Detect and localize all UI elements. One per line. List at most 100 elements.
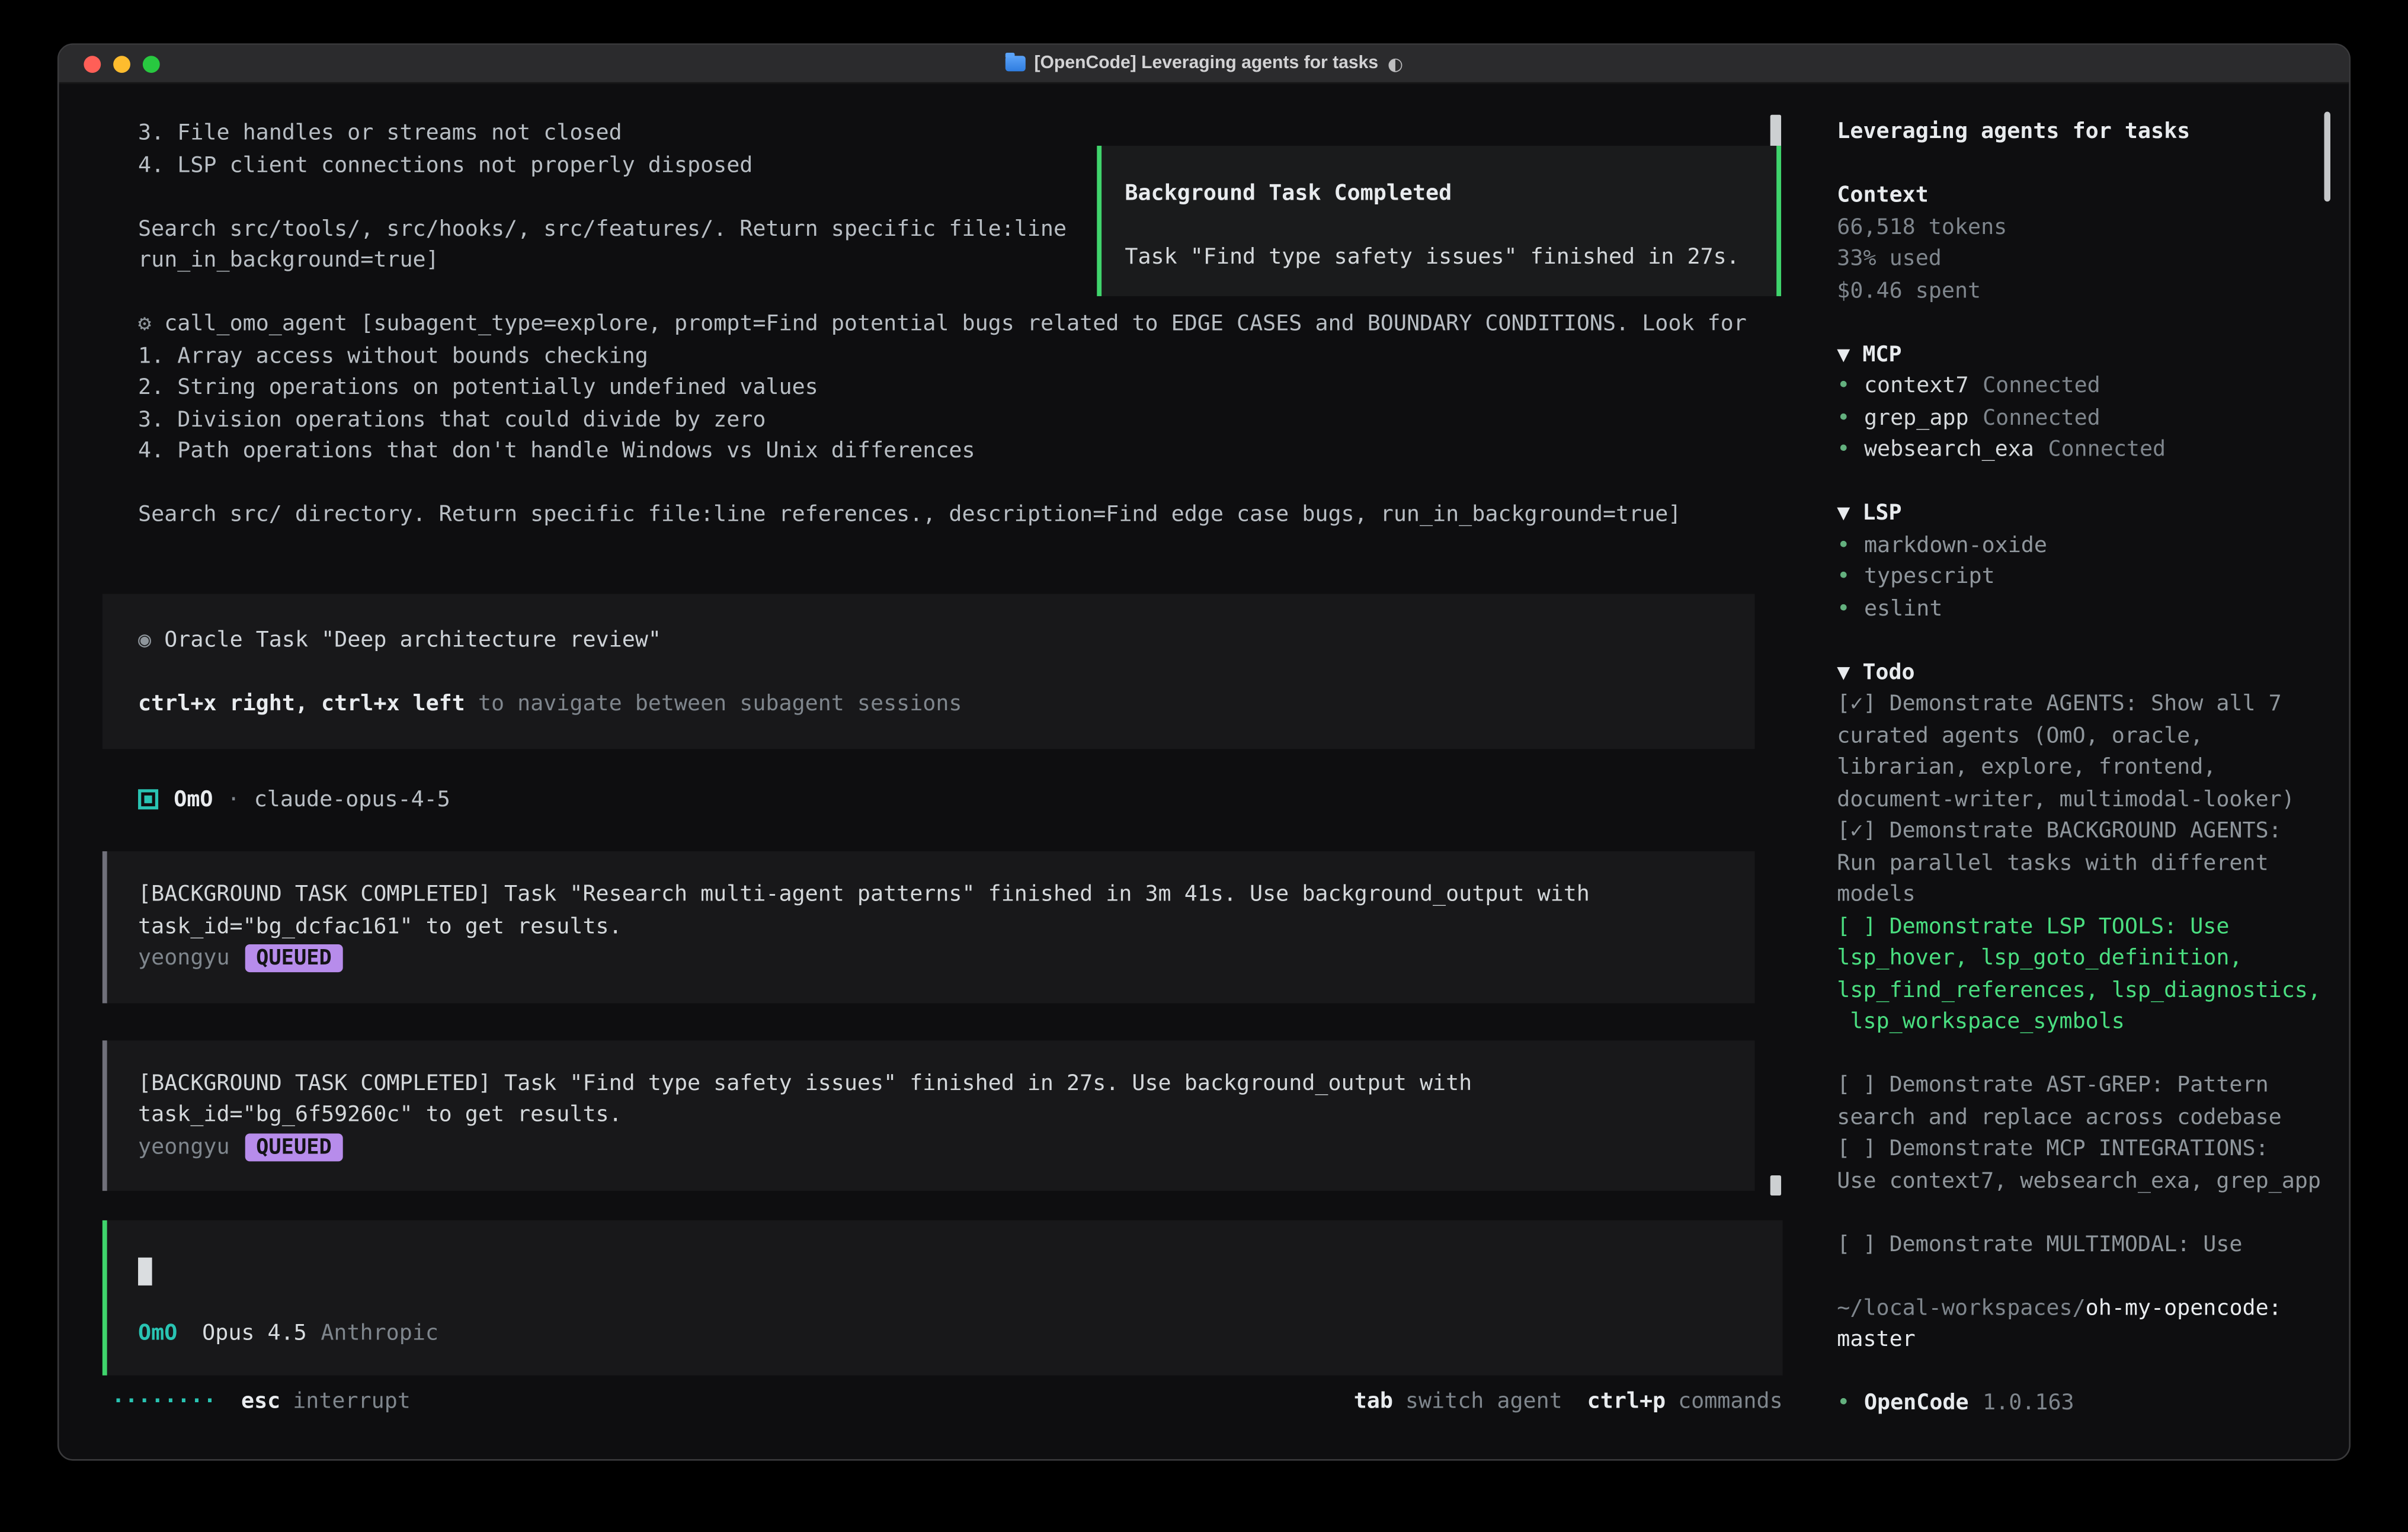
input-model-name: Opus 4.5 <box>202 1318 307 1350</box>
hint-text: to navigate between subagent sessions <box>465 691 962 716</box>
opencode-version: • OpenCode 1.0.163 <box>1837 1388 2330 1420</box>
chevron-down-icon: ▼ <box>1837 660 1850 685</box>
statusbar: ········ esc interrupt tab switch agent … <box>103 1386 1783 1418</box>
subagent-nav-hint: ctrl+x right, ctrl+x left to navigate be… <box>138 688 1724 720</box>
tab-key-label: switch agent <box>1405 1386 1562 1418</box>
lsp-heading: LSP <box>1862 501 1901 525</box>
bullet-icon: • <box>1837 561 1850 593</box>
tool-call-omo-agent: ⚙ call_omo_agent [subagent_type=explore,… <box>103 309 1783 531</box>
app-name: OpenCode <box>1864 1388 1969 1420</box>
workspace-name: oh-my-opencode: <box>2086 1296 2282 1321</box>
todo-item-pending: [ ] Demonstrate MULTIMODAL: Use <box>1837 1229 2330 1261</box>
tool-call-item: 1. Array access without bounds checking <box>103 341 1783 373</box>
message-author: yeongyu <box>138 1131 230 1163</box>
text-cursor <box>138 1258 152 1286</box>
lsp-name: typescript <box>1864 561 1995 593</box>
prompt-input[interactable]: OmO Opus 4.5 Anthropic <box>103 1220 1783 1374</box>
screen: [OpenCode] Leveraging agents for tasks ◐… <box>0 0 2408 1532</box>
traffic-lights <box>84 45 159 82</box>
bullet-icon: • <box>1837 402 1850 434</box>
tab-key-hint: tab <box>1354 1386 1393 1418</box>
mcp-item: • context7 Connected <box>1837 371 2330 403</box>
background-task-message: [BACKGROUND TASK COMPLETED] Task "Resear… <box>103 851 1755 1002</box>
lsp-item: • eslint <box>1837 593 2330 625</box>
scrollbar-thumb[interactable] <box>1770 1175 1781 1196</box>
titlebar: [OpenCode] Leveraging agents for tasks ◐ <box>59 45 2349 84</box>
sidebar-scrollbar[interactable] <box>2324 111 2330 201</box>
esc-key-label: interrupt <box>293 1386 411 1418</box>
tool-call-item: 3. Division operations that could divide… <box>103 404 1783 436</box>
app-version: 1.0.163 <box>1983 1388 2074 1420</box>
lsp-item: • markdown-oxide <box>1837 530 2330 562</box>
input-model-line: OmO Opus 4.5 Anthropic <box>138 1318 1751 1350</box>
mcp-section-toggle[interactable]: ▼MCP <box>1837 339 2330 371</box>
tool-call-item: 2. String operations on potentially unde… <box>103 372 1783 404</box>
mcp-status: Connected <box>2048 434 2166 466</box>
agent-name: OmO <box>174 784 213 816</box>
bullet-icon: • <box>1837 593 1850 625</box>
window-title-area: [OpenCode] Leveraging agents for tasks ◐ <box>1005 45 1403 82</box>
session-sidebar: Leveraging agents for tasks Context 66,5… <box>1837 116 2330 1419</box>
tool-call-item: 4. Path operations that don't handle Win… <box>103 435 1783 467</box>
git-branch: master <box>1837 1324 2330 1356</box>
background-task-message: [BACKGROUND TASK COMPLETED] Task "Find t… <box>103 1040 1755 1191</box>
chat-transcript: 3. File handles or streams not closed 4.… <box>103 118 1783 1374</box>
oracle-task-label: Oracle Task "Deep architecture review" <box>164 628 661 653</box>
bullet-icon: • <box>1837 530 1850 562</box>
statusbar-right: tab switch agent ctrl+p commands <box>1354 1386 1783 1418</box>
ctrlp-key-hint: ctrl+p <box>1587 1386 1666 1418</box>
terminal-window: [OpenCode] Leveraging agents for tasks ◐… <box>57 43 2351 1460</box>
tool-call-header: ⚙ call_omo_agent [subagent_type=explore,… <box>103 309 1783 341</box>
mcp-item: •grep_appConnected <box>1837 402 2330 434</box>
bullet-icon: • <box>1837 1388 1850 1420</box>
session-title: Leveraging agents for tasks <box>1837 116 2330 148</box>
folder-icon <box>1005 56 1025 71</box>
esc-key-hint: esc <box>241 1386 280 1418</box>
zoom-button[interactable] <box>143 55 160 72</box>
message-text: [BACKGROUND TASK COMPLETED] Task "Find t… <box>138 1068 1724 1131</box>
workspace-path-prefix: ~/local-workspaces/ <box>1837 1296 2085 1321</box>
todo-item-pending: [ ] Demonstrate AST-GREP: Pattern search… <box>1837 1070 2330 1133</box>
toast-title: Background Task Completed <box>1125 178 1753 210</box>
bullet-icon: • <box>1837 371 1850 403</box>
todo-item-done: [✓] Demonstrate BACKGROUND AGENTS: Run p… <box>1837 816 2330 911</box>
status-badge: QUEUED <box>245 945 342 973</box>
tool-call-footer: Search src/ directory. Return specific f… <box>103 499 1783 531</box>
lsp-name: eslint <box>1864 593 1942 625</box>
progress-circle-icon: ◐ <box>1388 45 1403 82</box>
status-badge: QUEUED <box>245 1133 342 1161</box>
close-button[interactable] <box>84 55 101 72</box>
context-tokens: 66,518 tokens <box>1837 211 2330 243</box>
background-task-toast: Background Task Completed Task "Find typ… <box>1097 146 1781 296</box>
workspace-path: ~/local-workspaces/oh-my-opencode: <box>1837 1293 2330 1325</box>
window-title: [OpenCode] Leveraging agents for tasks <box>1034 45 1378 82</box>
input-provider-name: Anthropic <box>321 1318 438 1350</box>
mcp-name: websearch_exa <box>1864 434 2034 466</box>
window-body: 3. File handles or streams not closed 4.… <box>59 84 2349 1460</box>
context-heading: Context <box>1837 180 2330 212</box>
mcp-item: •websearch_exaConnected <box>1837 434 2330 466</box>
tool-call-text: call_omo_agent [subagent_type=explore, p… <box>164 312 1747 336</box>
message-text: [BACKGROUND TASK COMPLETED] Task "Resear… <box>138 879 1724 943</box>
agent-model: claude-opus-4-5 <box>254 784 450 816</box>
ctrlp-key-label: commands <box>1678 1386 1783 1418</box>
context-spent: $0.46 spent <box>1837 275 2330 307</box>
todo-item-active: [ ] Demonstrate LSP TOOLS: Use lsp_hover… <box>1837 911 2330 1039</box>
agent-square-icon <box>138 790 158 810</box>
lsp-name: markdown-oxide <box>1864 530 2047 562</box>
context-used: 33% used <box>1837 243 2330 275</box>
lsp-item: • typescript <box>1837 561 2330 593</box>
oracle-task-title: ◉ Oracle Task "Deep architecture review" <box>138 625 1724 657</box>
terminal-line: 3. File handles or streams not closed <box>103 118 1783 150</box>
gear-icon: ⚙ <box>138 312 151 336</box>
mcp-name: context7 <box>1864 371 1969 403</box>
todo-section-toggle[interactable]: ▼Todo <box>1837 656 2330 688</box>
oracle-task-panel: ◉ Oracle Task "Deep architecture review"… <box>103 594 1755 748</box>
message-meta: yeongyu QUEUED <box>138 1131 1724 1163</box>
message-meta: yeongyu QUEUED <box>138 943 1724 975</box>
mcp-status: Connected <box>1983 371 2100 403</box>
statusbar-left: ········ esc interrupt <box>103 1386 411 1418</box>
lsp-section-toggle[interactable]: ▼LSP <box>1837 498 2330 530</box>
minimize-button[interactable] <box>113 55 130 72</box>
separator-dot: · <box>227 784 240 816</box>
